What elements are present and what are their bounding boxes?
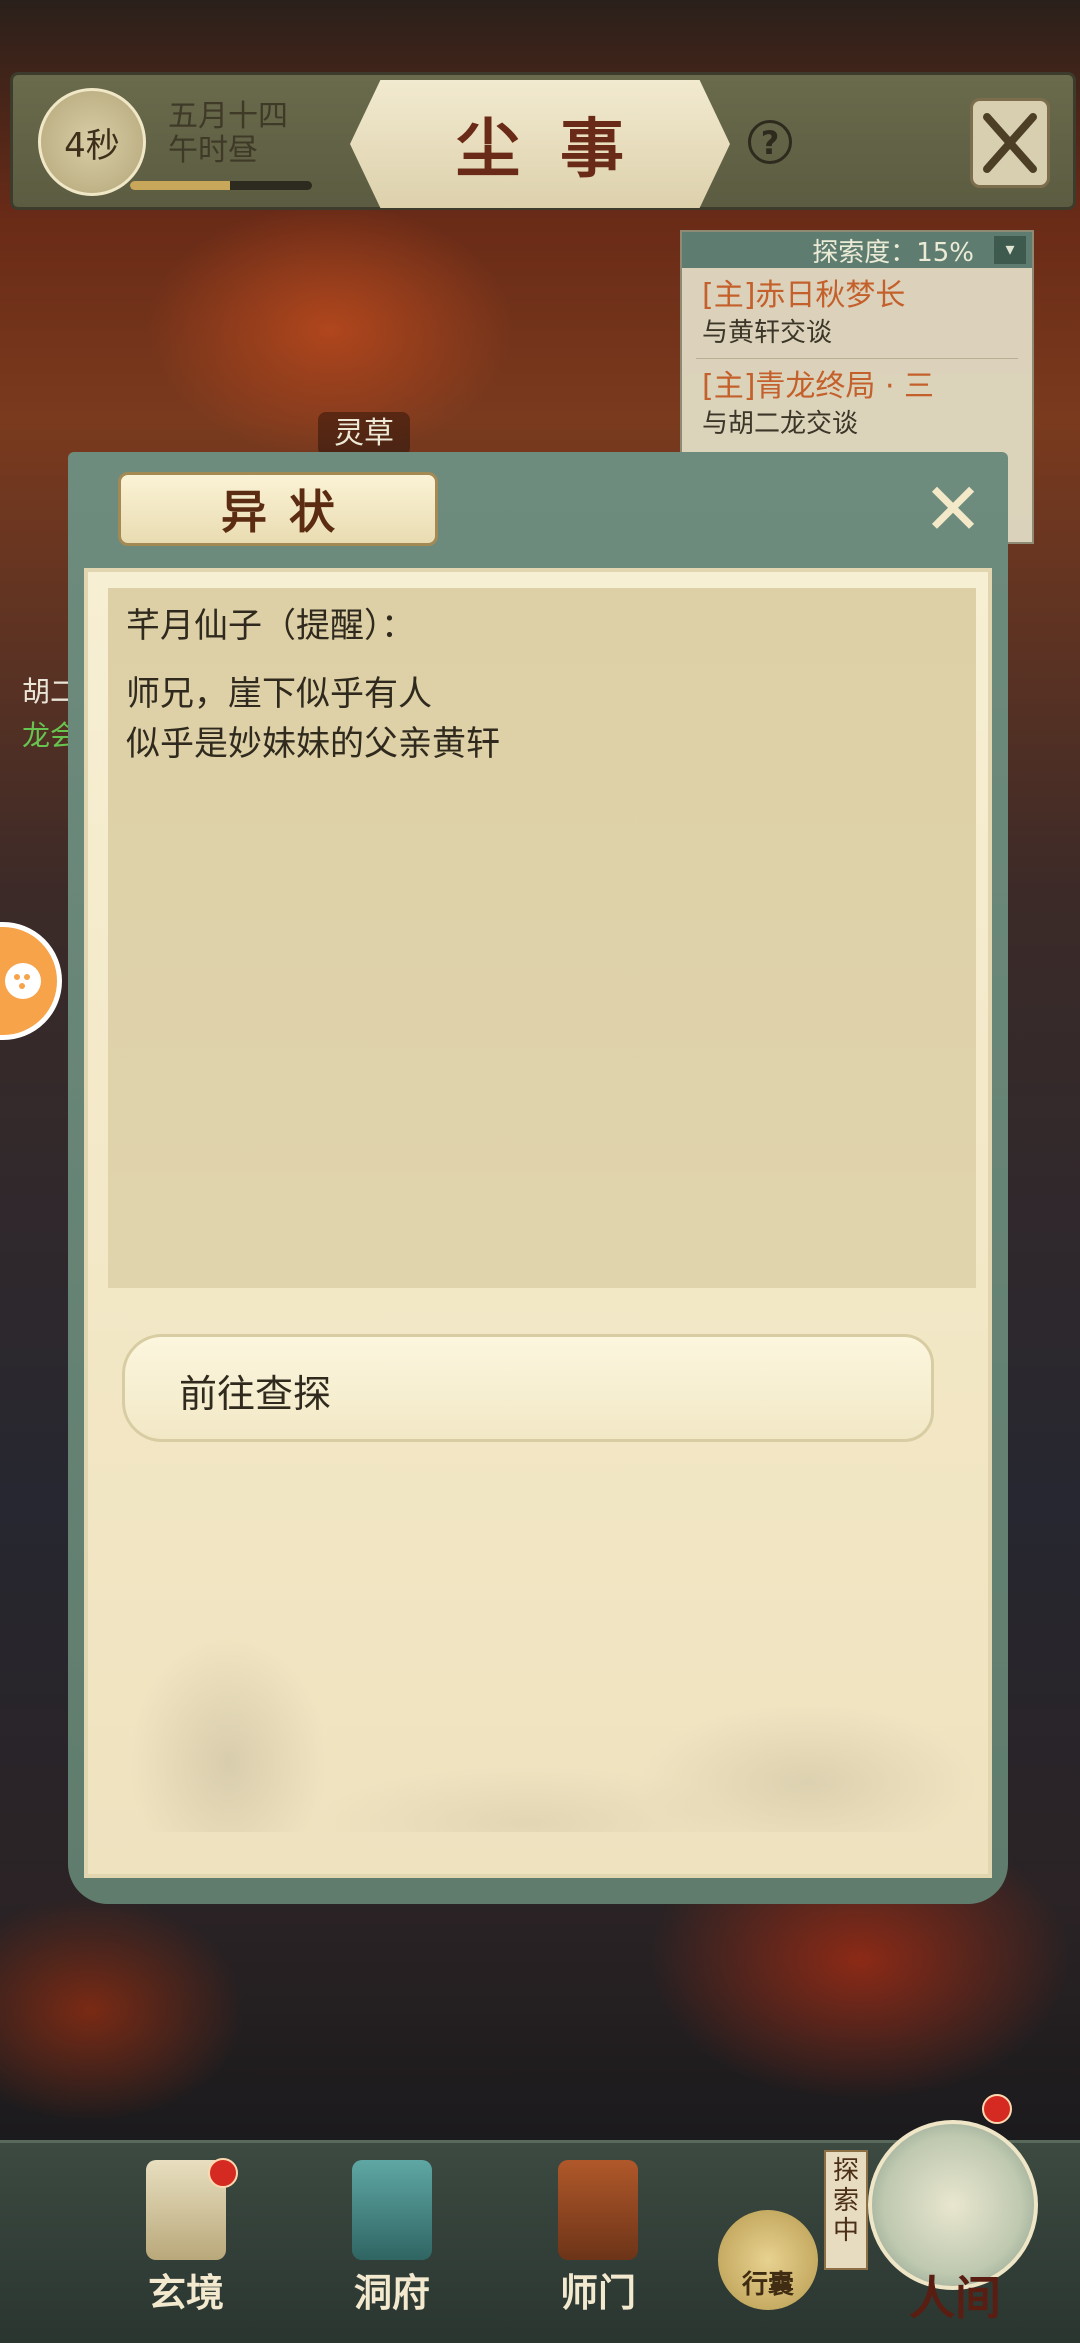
collapse-chevron-icon[interactable]: ▾ [994, 236, 1026, 264]
message-line: 似乎是妙妹妹的父亲黄轩 [126, 724, 500, 764]
message-line: 师兄，崖下似乎有人 [126, 674, 432, 714]
exploring-status-tag: 探索中 [824, 2150, 868, 2270]
notification-dot [982, 2094, 1012, 2124]
notification-dot [208, 2158, 238, 2188]
quest-item[interactable]: [主]青龙终局 · 三 与胡二龙交谈 [682, 359, 1032, 441]
help-button[interactable]: ? [748, 120, 792, 164]
herb-label[interactable]: 灵草 [318, 412, 410, 456]
nav-item-mystic-realm[interactable]: 玄境 [116, 2150, 256, 2320]
nav-item-sect[interactable]: 师门 [528, 2150, 668, 2320]
game-date: 五月十四 [168, 99, 288, 134]
close-icon[interactable]: ✕ [918, 473, 988, 545]
nav-item-label: 玄境 [147, 2270, 224, 2315]
nav-item-label: 洞府 [353, 2270, 430, 2315]
exploring-status-text: 探索中 [832, 2156, 859, 2246]
nav-item-label: 师门 [559, 2270, 636, 2315]
pavilion-icon [352, 2160, 432, 2260]
choice-button-investigate[interactable]: 前往查探 [122, 1334, 934, 1442]
time-progress-fill [130, 181, 231, 190]
countdown-timer: 4秒 [38, 88, 146, 196]
bag-label: 行囊 [741, 2270, 794, 2300]
gamepad-icon [5, 963, 41, 999]
quest-title: [主]青龙终局 · 三 [702, 369, 935, 404]
exploration-progress: 探索度：15% [682, 232, 1032, 268]
crossed-swords-icon [983, 113, 1037, 173]
nav-item-cave-dwelling[interactable]: 洞府 [322, 2150, 462, 2320]
dialog-title-plaque: 异状 [118, 472, 438, 546]
message-box: 芊月仙子（提醒）： 师兄，崖下似乎有人 似乎是妙妹妹的父亲黄轩 [108, 588, 976, 1288]
world-map-label: 人间 [909, 2271, 1001, 2325]
message-speaker: 芊月仙子（提醒）： [126, 606, 415, 646]
time-progress-bar [130, 181, 312, 190]
event-dialog: 异状 ✕ 芊月仙子（提醒）： 师兄，崖下似乎有人 似乎是妙妹妹的父亲黄轩 前往查… [68, 452, 1008, 1912]
choice-label: 前往查探 [179, 1372, 332, 1416]
mountain-landscape-decoration [108, 1502, 976, 1832]
quest-objective: 与黄轩交谈 [702, 318, 833, 348]
banner-icon [558, 2160, 638, 2260]
exit-button[interactable] [970, 98, 1050, 188]
quest-item[interactable]: [主]赤日秋梦长 与黄轩交谈 [682, 268, 1032, 350]
page-title-plaque: 尘事 [350, 80, 730, 208]
game-time-of-day: 午时昼 [168, 133, 258, 168]
page-title: 尘事 [456, 112, 664, 187]
dialog-title: 异状 [221, 485, 357, 539]
quest-objective: 与胡二龙交谈 [702, 409, 859, 439]
quest-title: [主]赤日秋梦长 [702, 278, 906, 313]
